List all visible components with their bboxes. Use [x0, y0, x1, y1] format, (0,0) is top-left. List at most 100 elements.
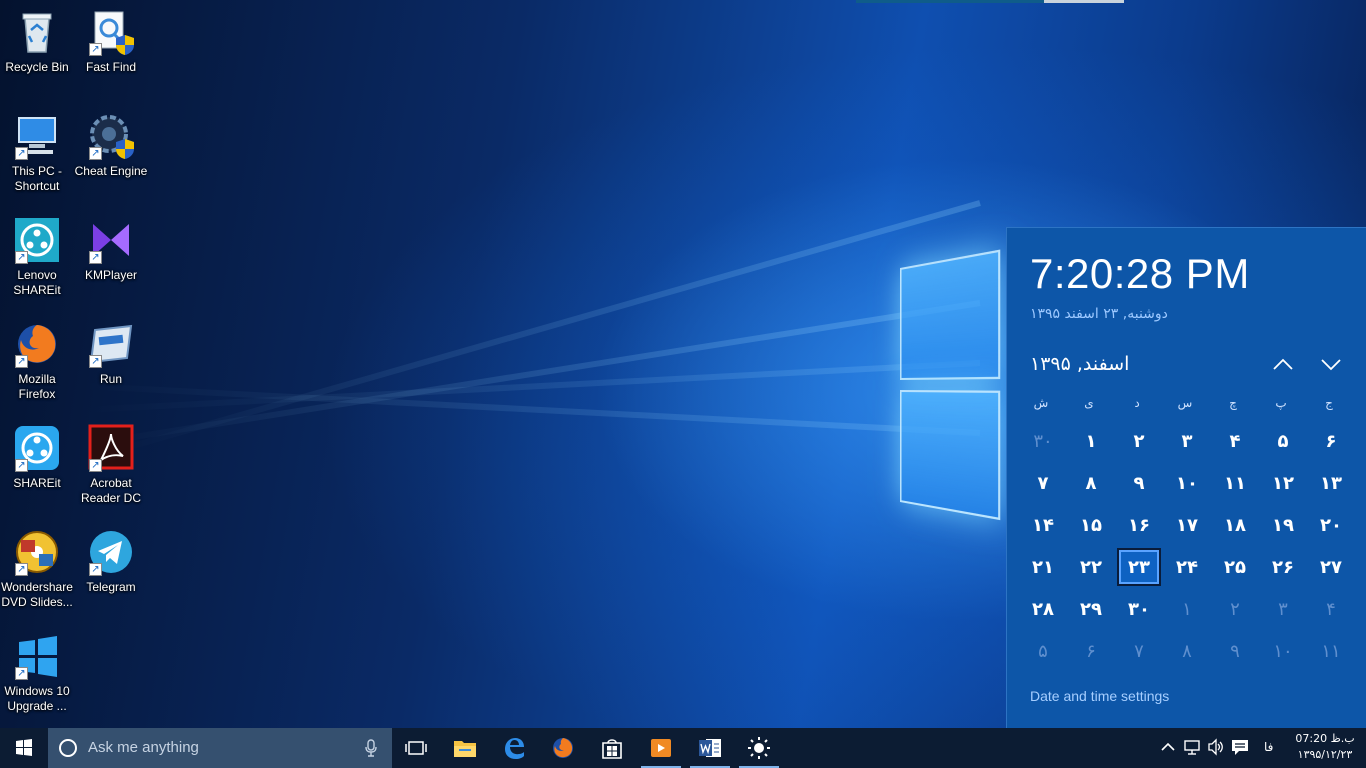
- calendar-day[interactable]: ۵: [1259, 420, 1307, 462]
- shortcut-arrow-icon: ↗: [89, 147, 102, 160]
- calendar-day[interactable]: ۲۵: [1211, 546, 1259, 588]
- show-hidden-icons-chevron-up-icon[interactable]: [1159, 738, 1177, 756]
- flyout-long-date[interactable]: دوشنبه, ۲۳ اسفند ۱۳۹۵: [1030, 306, 1168, 322]
- calendar-day[interactable]: ۲۸: [1019, 588, 1067, 630]
- store-icon: [602, 739, 622, 759]
- calendar-day[interactable]: ۱۰: [1163, 462, 1211, 504]
- calendar-day[interactable]: ۱۳: [1307, 462, 1355, 504]
- shortcut-arrow-icon: ↗: [15, 667, 28, 680]
- desktop-icon-lenovo-shareit[interactable]: ↗ Lenovo SHAREit: [0, 216, 74, 298]
- taskbar-firefox[interactable]: [539, 728, 587, 768]
- calendar-day[interactable]: ۲: [1115, 420, 1163, 462]
- calendar-day-today[interactable]: ۲۳: [1117, 548, 1161, 586]
- desktop-icon-label: Telegram: [86, 580, 136, 594]
- calendar-day[interactable]: ۱: [1163, 588, 1211, 630]
- chevron-up-icon: [1273, 358, 1293, 370]
- kmplayer-icon: ↗: [87, 216, 135, 264]
- calendar-day[interactable]: ۲: [1211, 588, 1259, 630]
- calendar-day[interactable]: ۲۰: [1307, 504, 1355, 546]
- desktop-icon-label: Acrobat Reader DC: [80, 476, 142, 505]
- top-window-edge: [856, 0, 1124, 3]
- calendar-day[interactable]: ۲۷: [1307, 546, 1355, 588]
- shortcut-arrow-icon: ↗: [89, 355, 102, 368]
- calendar-day[interactable]: ۱۸: [1211, 504, 1259, 546]
- input-language-indicator[interactable]: فا: [1264, 740, 1273, 754]
- calendar-day[interactable]: ۱۴: [1019, 504, 1067, 546]
- cheat-engine-icon: ↗: [87, 112, 135, 160]
- desktop-icon-wondershare[interactable]: ↗ Wondershare DVD Slides...: [0, 528, 74, 610]
- calendar-day[interactable]: ۲۲: [1067, 546, 1115, 588]
- desktop-icon-telegram[interactable]: ↗ Telegram: [74, 528, 148, 595]
- desktop-icon-label: SHAREit: [13, 476, 61, 490]
- calendar-day[interactable]: ۳۰: [1115, 588, 1163, 630]
- calendar-day[interactable]: ۶: [1067, 630, 1115, 672]
- calendar-day[interactable]: ۷: [1019, 462, 1067, 504]
- calendar-day[interactable]: ۴: [1211, 420, 1259, 462]
- calendar-day[interactable]: ۷: [1115, 630, 1163, 672]
- start-button[interactable]: [0, 728, 48, 768]
- calendar-day[interactable]: ۲۹: [1067, 588, 1115, 630]
- calendar-day[interactable]: ۸: [1163, 630, 1211, 672]
- taskbar-clock[interactable]: ب.ظ 07:20 ۱۳۹۵/۱۲/۲۳: [1290, 731, 1360, 767]
- desktop-icon-recycle-bin[interactable]: Recycle Bin: [0, 8, 74, 75]
- wallpaper-light-beam: [114, 200, 981, 454]
- calendar-day[interactable]: ۲۴: [1163, 546, 1211, 588]
- calendar-day[interactable]: ۳۰: [1019, 420, 1067, 462]
- cortana-search-box[interactable]: Ask me anything: [48, 728, 392, 768]
- calendar-day[interactable]: ۳: [1259, 588, 1307, 630]
- calendar-day[interactable]: ۶: [1307, 420, 1355, 462]
- desktop-icon-this-pc[interactable]: ↗ This PC - Shortcut: [0, 112, 74, 194]
- flyout-clock: 7:20:28 PM: [1030, 250, 1250, 297]
- calendar-day[interactable]: ۵: [1019, 630, 1067, 672]
- previous-month-button[interactable]: [1269, 351, 1297, 377]
- taskbar-edge[interactable]: [490, 728, 538, 768]
- calendar-day[interactable]: ۹: [1115, 462, 1163, 504]
- action-center-icon[interactable]: [1231, 738, 1249, 756]
- desktop-icon-acrobat[interactable]: ↗ Acrobat Reader DC: [74, 424, 148, 506]
- task-view-button[interactable]: [392, 728, 440, 768]
- weekday-label: ش: [1033, 396, 1049, 410]
- word-icon: [699, 739, 721, 757]
- calendar-day[interactable]: ۲۶: [1259, 546, 1307, 588]
- calendar-day[interactable]: ۱۱: [1211, 462, 1259, 504]
- microphone-icon[interactable]: [364, 739, 378, 757]
- calendar-flyout: 7:20:28 PM دوشنبه, ۲۳ اسفند ۱۳۹۵ اسفند, …: [1006, 227, 1366, 728]
- taskbar-word[interactable]: [686, 728, 734, 768]
- desktop-icon-shareit[interactable]: ↗ SHAREit: [0, 424, 74, 491]
- calendar-day[interactable]: ۱۱: [1307, 630, 1355, 672]
- calendar-month-title[interactable]: اسفند, ۱۳۹۵: [1030, 353, 1129, 375]
- windows-upgrade-icon: ↗: [13, 632, 61, 680]
- desktop-icon-cheat-engine[interactable]: ↗ Cheat Engine: [74, 112, 148, 179]
- recycle-bin-icon: [13, 8, 61, 56]
- network-icon[interactable]: [1183, 738, 1201, 756]
- volume-icon[interactable]: [1207, 738, 1225, 756]
- taskbar-file-explorer[interactable]: [441, 728, 489, 768]
- calendar-day[interactable]: ۱۷: [1163, 504, 1211, 546]
- calendar-day[interactable]: ۱۲: [1259, 462, 1307, 504]
- desktop-icon-label: Lenovo SHAREit: [13, 268, 61, 297]
- desktop-icon-windows-upgrade[interactable]: ↗ Windows 10 Upgrade ...: [0, 632, 74, 714]
- desktop-icon-run[interactable]: ↗ Run: [74, 320, 148, 387]
- calendar-day[interactable]: ۱۵: [1067, 504, 1115, 546]
- calendar-day[interactable]: ۴: [1307, 588, 1355, 630]
- taskbar-store[interactable]: [588, 728, 636, 768]
- taskbar-brightness-app[interactable]: [735, 728, 783, 768]
- uac-shield-icon: [116, 35, 134, 55]
- calendar-day[interactable]: ۹: [1211, 630, 1259, 672]
- desktop-icon-firefox[interactable]: ↗ Mozilla Firefox: [0, 320, 74, 402]
- date-time-settings-link[interactable]: Date and time settings: [1030, 688, 1169, 704]
- calendar-day[interactable]: ۱: [1067, 420, 1115, 462]
- desktop-icon-kmplayer[interactable]: ↗ KMPlayer: [74, 216, 148, 283]
- calendar-day[interactable]: ۸: [1067, 462, 1115, 504]
- weekday-label: پ: [1275, 396, 1287, 410]
- brightness-icon: [748, 737, 770, 759]
- calendar-day[interactable]: ۱۶: [1115, 504, 1163, 546]
- taskbar-media-player[interactable]: [637, 728, 685, 768]
- weekday-label: د: [1134, 396, 1140, 410]
- calendar-day[interactable]: ۲۱: [1019, 546, 1067, 588]
- calendar-day[interactable]: ۳: [1163, 420, 1211, 462]
- calendar-day[interactable]: ۱۹: [1259, 504, 1307, 546]
- next-month-button[interactable]: [1317, 351, 1345, 377]
- calendar-day[interactable]: ۱۰: [1259, 630, 1307, 672]
- desktop-icon-fast-find[interactable]: ↗ Fast Find: [74, 8, 148, 75]
